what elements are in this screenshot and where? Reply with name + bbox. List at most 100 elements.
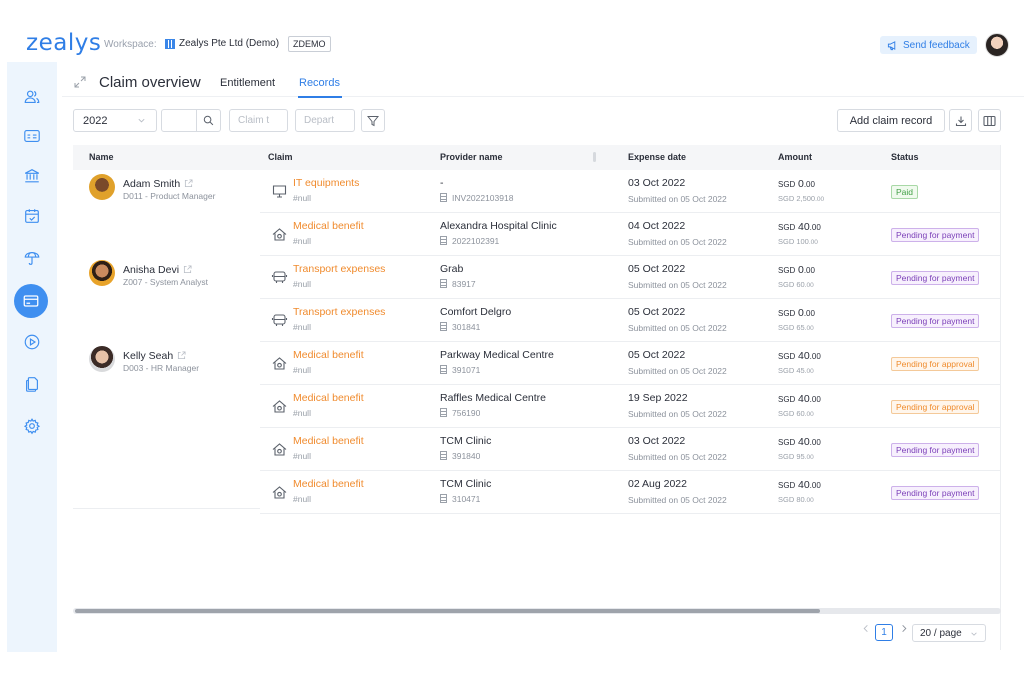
amount-decimals: .00 bbox=[803, 266, 815, 275]
table-row[interactable]: IT equipments #null - INV2022103918 03 Oct 2… bbox=[73, 170, 1001, 213]
page-size-value: 20 / page bbox=[920, 627, 962, 639]
header-name[interactable]: Name bbox=[89, 152, 114, 162]
year-value: 2022 bbox=[83, 114, 108, 127]
provider-reference: 756190 bbox=[440, 408, 480, 418]
table-row[interactable]: Medical benefit #null Alexandra Hospital C… bbox=[73, 213, 1001, 256]
original-amount: SGD 45.00 bbox=[778, 366, 814, 375]
reference-number: 391840 bbox=[452, 451, 481, 461]
original-amount: SGD 80.00 bbox=[778, 495, 814, 504]
settings-icon[interactable] bbox=[18, 412, 46, 440]
claim-amount: SGD 40.00 bbox=[778, 350, 821, 362]
chevron-down-icon bbox=[971, 632, 977, 636]
calendar-check-icon[interactable] bbox=[18, 202, 46, 230]
provider-name: Raffles Medical Centre bbox=[440, 392, 547, 404]
search-icon bbox=[203, 115, 214, 126]
table-row[interactable]: Medical benefit #null TCM Clinic 391840 03 O… bbox=[73, 428, 1001, 471]
workspace-name[interactable]: Zealys Pte Ltd (Demo) bbox=[179, 38, 279, 49]
claim-type-link[interactable]: IT equipments bbox=[293, 177, 359, 189]
claim-code: #null bbox=[293, 451, 311, 461]
claim-type-link[interactable]: Medical benefit bbox=[293, 435, 364, 447]
status-badge: Paid bbox=[891, 185, 919, 199]
table-border bbox=[1000, 145, 1001, 650]
original-amount-value: SGD 60 bbox=[778, 409, 805, 418]
bank-icon[interactable] bbox=[18, 162, 46, 190]
table-row[interactable]: Medical benefit #null TCM Clinic 310471 02 A… bbox=[73, 471, 1001, 514]
card-icon[interactable] bbox=[14, 284, 48, 318]
header-claim[interactable]: Claim bbox=[268, 152, 293, 162]
amount-decimals: .00 bbox=[809, 352, 821, 361]
claim-type-link[interactable]: Medical benefit bbox=[293, 478, 364, 490]
chevron-down-icon bbox=[138, 118, 145, 123]
users-icon[interactable] bbox=[18, 83, 46, 111]
submitted-date: Submitted on 05 Oct 2022 bbox=[628, 366, 727, 376]
column-resize-handle[interactable] bbox=[593, 152, 596, 162]
original-amount-decimals: .00 bbox=[804, 497, 814, 504]
header-divider bbox=[62, 96, 1024, 97]
bus-icon bbox=[271, 271, 288, 283]
send-feedback-button[interactable]: Send feedback bbox=[880, 36, 977, 54]
page-number-button[interactable]: 1 bbox=[875, 624, 893, 641]
table-row[interactable]: Transport expenses #null Grab 83917 05 Oct 2… bbox=[73, 256, 1001, 299]
logo[interactable]: zealys bbox=[26, 30, 101, 56]
chevron-right-icon bbox=[902, 625, 907, 632]
header-expense-date[interactable]: Expense date bbox=[628, 152, 686, 162]
year-select[interactable]: 2022 bbox=[73, 109, 157, 132]
status-badge: Pending for payment bbox=[891, 271, 980, 285]
id-card-icon[interactable] bbox=[18, 122, 46, 150]
claim-type-link[interactable]: Medical benefit bbox=[293, 392, 364, 404]
currency: SGD bbox=[778, 309, 796, 318]
play-circle-icon[interactable] bbox=[18, 328, 46, 356]
reference-number: 756190 bbox=[452, 408, 481, 418]
receipt-icon bbox=[440, 365, 447, 374]
submitted-date: Submitted on 05 Oct 2022 bbox=[628, 194, 727, 204]
add-claim-record-button[interactable]: Add claim record bbox=[837, 109, 945, 132]
currency: SGD bbox=[778, 352, 796, 361]
department-select[interactable]: Depart bbox=[295, 109, 355, 132]
tab-entitlement[interactable]: Entitlement bbox=[220, 77, 275, 89]
horizontal-scrollbar[interactable] bbox=[73, 608, 1001, 614]
prev-page-button[interactable] bbox=[862, 624, 870, 633]
submitted-date: Submitted on 05 Oct 2022 bbox=[628, 452, 727, 462]
original-amount-value: SGD 80 bbox=[778, 495, 805, 504]
search-input[interactable] bbox=[161, 109, 221, 132]
download-button[interactable] bbox=[949, 109, 972, 132]
original-amount-decimals: .00 bbox=[804, 454, 814, 461]
filter-icon bbox=[367, 115, 379, 126]
header-amount[interactable]: Amount bbox=[778, 152, 812, 162]
scrollbar-thumb[interactable] bbox=[75, 609, 820, 613]
claim-type-link[interactable]: Transport expenses bbox=[293, 263, 385, 275]
table-row[interactable]: Medical benefit #null Raffles Medical Cent… bbox=[73, 385, 1001, 428]
page-size-select[interactable]: 20 / page bbox=[912, 624, 986, 642]
search-button[interactable] bbox=[196, 110, 220, 131]
claim-amount: SGD 40.00 bbox=[778, 479, 821, 491]
header-status[interactable]: Status bbox=[891, 152, 919, 162]
claim-amount: SGD 0.00 bbox=[778, 178, 815, 190]
original-amount-decimals: .00 bbox=[804, 368, 814, 375]
receipt-icon bbox=[440, 236, 447, 245]
main-content: Claim overview Entitlement Records 2022 … bbox=[62, 62, 1024, 683]
table-row[interactable]: Transport expenses #null Comfort Delgro 301… bbox=[73, 299, 1001, 342]
user-avatar[interactable] bbox=[985, 33, 1009, 57]
reference-number: 301841 bbox=[452, 322, 481, 332]
expense-date: 05 Oct 2022 bbox=[628, 349, 686, 361]
original-amount: SGD 95.00 bbox=[778, 452, 814, 461]
original-amount: SGD 60.00 bbox=[778, 409, 814, 418]
filter-button[interactable] bbox=[361, 109, 385, 132]
claim-type-link[interactable]: Medical benefit bbox=[293, 220, 364, 232]
expand-icon[interactable] bbox=[74, 76, 86, 88]
header-provider[interactable]: Provider name bbox=[440, 152, 503, 162]
amount-decimals: .00 bbox=[809, 395, 821, 404]
claim-type-select[interactable]: Claim t bbox=[229, 109, 288, 132]
next-page-button[interactable] bbox=[900, 624, 908, 633]
documents-icon[interactable] bbox=[18, 370, 46, 398]
send-feedback-label: Send feedback bbox=[903, 39, 970, 51]
umbrella-icon[interactable] bbox=[18, 244, 46, 272]
status-badge: Pending for approval bbox=[891, 400, 980, 414]
amount-value: 40 bbox=[797, 436, 810, 448]
columns-button[interactable] bbox=[978, 109, 1001, 132]
table-row[interactable]: Medical benefit #null Parkway Medical Cent… bbox=[73, 342, 1001, 385]
monitor-icon bbox=[272, 185, 287, 198]
tab-records[interactable]: Records bbox=[299, 77, 340, 89]
claim-type-link[interactable]: Transport expenses bbox=[293, 306, 385, 318]
claim-type-link[interactable]: Medical benefit bbox=[293, 349, 364, 361]
